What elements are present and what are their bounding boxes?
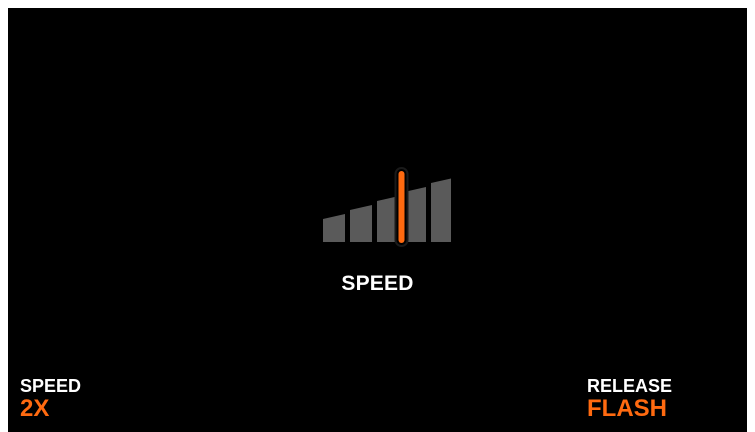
display-screen: SPEED SPEED 2X RELEASE FLASH: [8, 8, 747, 432]
right-parameter-value: FLASH: [587, 395, 667, 422]
level-bar-2: [350, 205, 372, 242]
level-bar-5: [431, 178, 451, 242]
speed-level-bars-icon: [323, 167, 451, 247]
parameter-title: SPEED: [341, 272, 414, 295]
left-parameter-value: 2X: [20, 395, 50, 422]
right-parameter-caption: RELEASE: [587, 376, 673, 396]
level-bar-1: [323, 214, 345, 242]
active-level-marker: [398, 171, 405, 243]
right-parameter: RELEASE FLASH: [587, 376, 672, 422]
left-parameter-caption: SPEED: [20, 376, 82, 396]
left-parameter: SPEED 2X: [20, 376, 81, 422]
